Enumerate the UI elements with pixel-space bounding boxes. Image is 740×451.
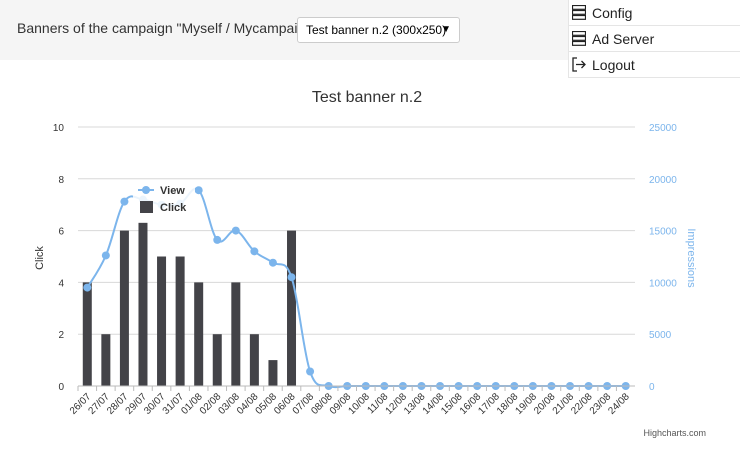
y-axis-title: Click [34, 246, 46, 270]
click-bar [82, 282, 92, 386]
menu-item-logout[interactable]: Logout [568, 52, 740, 78]
click-bar [138, 222, 148, 386]
y-tick-label: 10 [53, 123, 65, 134]
server-stack-icon [571, 30, 587, 49]
y2-tick-label: 15000 [649, 227, 677, 238]
click-bar [212, 334, 222, 386]
x-tick-label: 24/08 [606, 391, 632, 417]
y-tick-label: 0 [58, 382, 64, 393]
chart-title: Test banner n.2 [312, 89, 422, 106]
y2-tick-label: 10000 [649, 278, 677, 289]
y-tick-label: 4 [58, 278, 64, 289]
y2-tick-label: 0 [649, 382, 655, 393]
banner-select-value: Test banner n.2 (300x250) [306, 23, 447, 37]
legend: View Click [133, 181, 195, 217]
view-point [194, 186, 203, 195]
menu-item-label: Logout [592, 57, 635, 73]
chart: Test banner n.2 0 2 4 6 8 10 0 5000 10000 15000 20… [34, 89, 706, 438]
banner-select[interactable]: Test banner n.2 (300x250) ▼ [297, 17, 460, 43]
legend-symbol-click [140, 201, 153, 213]
legend-label: Click [160, 202, 187, 214]
click-bar [249, 334, 259, 386]
menu-item-config[interactable]: Config [568, 0, 740, 26]
logout-icon [572, 57, 587, 75]
view-line [86, 187, 626, 389]
click-bar [175, 256, 185, 386]
y2-tick-label: 5000 [649, 330, 672, 341]
y-tick-label: 8 [58, 175, 64, 186]
view-point [83, 283, 92, 292]
click-bar [194, 282, 204, 386]
legend-marker-view [142, 186, 150, 194]
view-point [120, 197, 129, 206]
user-menu: Config Ad Server Logout [568, 0, 740, 78]
y-tick-label: 2 [58, 330, 64, 341]
click-bar [231, 282, 241, 386]
menu-item-ad-server[interactable]: Ad Server [568, 26, 740, 52]
y-tick-label: 6 [58, 227, 64, 238]
chart-credits[interactable]: Highcharts.com [643, 428, 706, 438]
view-point [268, 258, 277, 267]
server-stack-icon [571, 4, 587, 23]
view-point [101, 251, 110, 260]
view-point [287, 273, 296, 282]
dropdown-caret-icon: ▼ [441, 24, 451, 35]
click-bar [157, 256, 167, 386]
click-series [82, 222, 297, 386]
view-point [250, 247, 259, 256]
legend-label: View [160, 185, 185, 197]
click-bar [268, 360, 278, 386]
menu-item-label: Config [592, 5, 633, 21]
y2-tick-label: 20000 [649, 175, 677, 186]
click-bar [101, 334, 111, 386]
menu-item-label: Ad Server [592, 31, 655, 47]
view-point [213, 235, 222, 244]
view-point [306, 367, 315, 376]
y2-tick-label: 25000 [649, 123, 677, 134]
campaign-label: Banners of the campaign "Myself / Mycamp… [17, 20, 322, 36]
click-bar [119, 230, 129, 386]
x-tick-label: 10/08 [346, 391, 372, 417]
view-point [231, 226, 240, 235]
click-bar [287, 230, 297, 386]
y2-axis-title: Impressions [685, 228, 697, 288]
